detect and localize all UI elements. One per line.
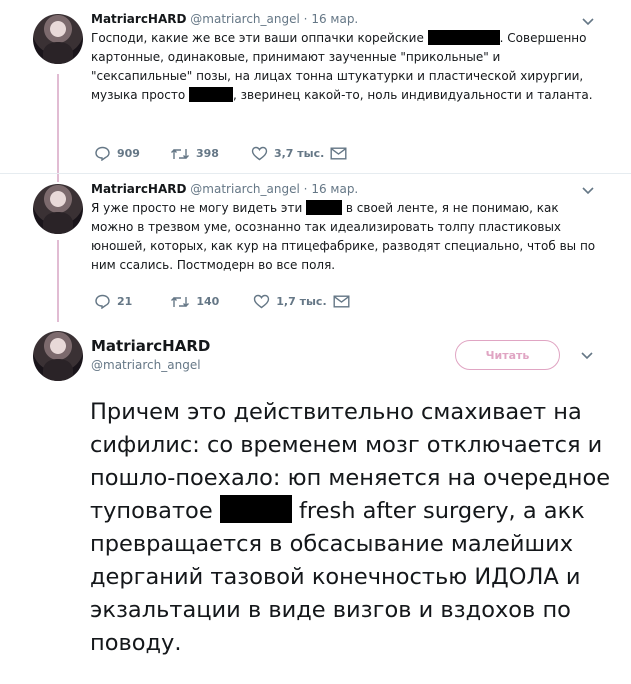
like-button[interactable]: 3,7 тыс. <box>251 146 324 161</box>
divider <box>0 173 631 174</box>
tweet-header: MatriarcHARD @matriarch_angel · 16 мар. <box>91 11 607 27</box>
redaction-bar <box>188 87 233 102</box>
display-name[interactable]: MatriarcHARD <box>91 336 210 356</box>
user-handle[interactable]: @matriarch_angel <box>190 12 300 26</box>
retweet-count: 140 <box>196 295 220 308</box>
separator: · <box>303 12 308 26</box>
direct-message-button[interactable] <box>333 295 350 308</box>
tweet-text: Я уже просто не могу видеть эти в своей … <box>91 199 596 275</box>
tweet-text-part: Господи, какие же все эти ваши оппачки к… <box>91 31 428 45</box>
chevron-down-icon[interactable] <box>582 18 594 26</box>
avatar[interactable] <box>33 14 83 64</box>
reply-icon <box>95 146 110 161</box>
tweet-text: Господи, какие же все эти ваши оппачки к… <box>91 29 596 105</box>
redaction-bar <box>427 30 500 45</box>
direct-message-button[interactable] <box>330 147 347 160</box>
reply-count: 909 <box>117 147 140 160</box>
heart-icon <box>251 146 268 161</box>
main-tweet-header: MatriarcHARD @matriarch_angel <box>91 336 210 374</box>
envelope-icon <box>330 147 347 160</box>
heart-icon <box>254 294 270 309</box>
thread-line <box>57 240 59 322</box>
redaction-bar <box>219 495 292 523</box>
follow-button[interactable]: Читать <box>455 340 560 370</box>
chevron-down-icon[interactable] <box>582 187 594 195</box>
retweet-icon <box>171 296 190 307</box>
like-button[interactable]: 1,7 тыс. <box>253 294 327 309</box>
tweet-actions: 21 140 1,7 тыс. <box>94 294 350 309</box>
avatar[interactable] <box>33 331 83 381</box>
like-count: 3,7 тыс. <box>273 147 325 160</box>
tweet-text-part: Я уже просто не могу видеть эти <box>91 201 307 215</box>
tweet-date[interactable]: 16 мар. <box>311 12 358 26</box>
envelope-icon <box>333 295 350 308</box>
tweet-header: MatriarcHARD @matriarch_angel · 16 мар. <box>91 181 607 197</box>
redaction-bar <box>306 200 343 215</box>
separator: · <box>303 182 308 196</box>
tweet-text-part: , зверинец какой-то, ноль индивидуальнос… <box>232 88 593 102</box>
display-name[interactable]: MatriarcHARD <box>91 182 186 196</box>
user-handle[interactable]: @matriarch_angel <box>91 356 210 374</box>
main-tweet-text: Причем это действительно смахивает на си… <box>90 396 620 660</box>
chevron-down-icon[interactable] <box>581 352 593 360</box>
reply-button[interactable]: 21 <box>94 294 132 309</box>
display-name[interactable]: MatriarcHARD <box>91 12 186 26</box>
avatar[interactable] <box>33 184 83 234</box>
thread-line <box>57 74 59 182</box>
retweet-button[interactable]: 140 <box>170 295 219 309</box>
tweet: MatriarcHARD @matriarch_angel · 16 мар. … <box>91 11 607 105</box>
tweet: MatriarcHARD @matriarch_angel · 16 мар. … <box>91 181 607 275</box>
tweet-date[interactable]: 16 мар. <box>311 182 358 196</box>
tweet-actions: 909 398 3,7 тыс. <box>94 146 347 161</box>
reply-icon <box>95 294 110 309</box>
retweet-icon <box>170 148 189 159</box>
reply-count: 21 <box>117 295 133 308</box>
retweet-count: 398 <box>195 147 219 160</box>
like-count: 1,7 тыс. <box>276 295 327 308</box>
retweet-button[interactable]: 398 <box>170 147 219 161</box>
reply-button[interactable]: 909 <box>94 146 140 161</box>
user-handle[interactable]: @matriarch_angel <box>190 182 300 196</box>
